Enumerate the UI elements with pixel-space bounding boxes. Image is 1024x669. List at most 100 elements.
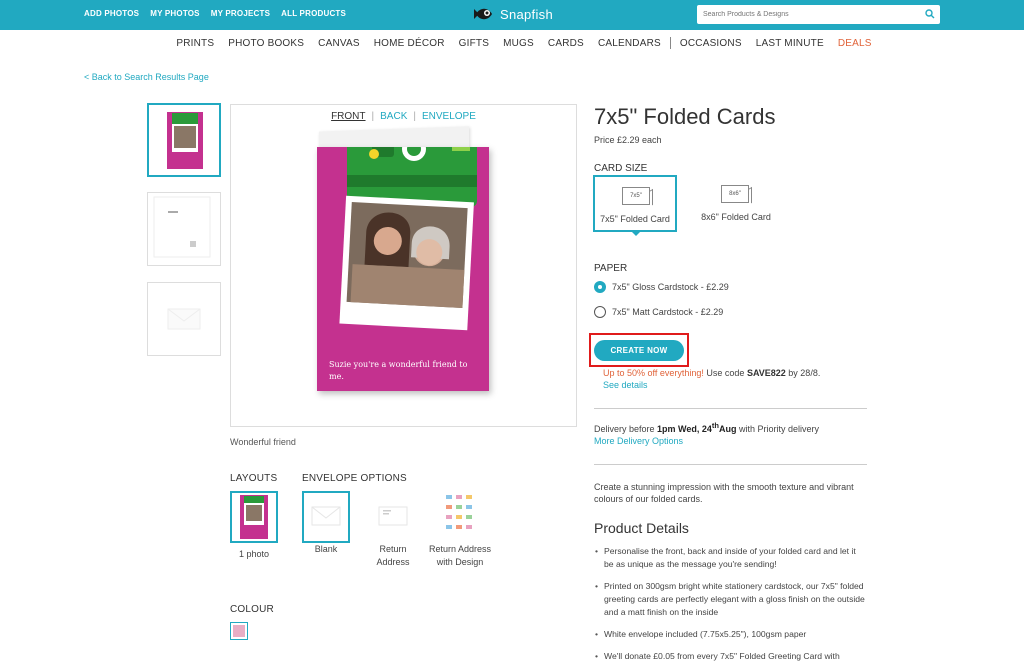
delivery-prefix: Delivery before	[594, 424, 658, 434]
return-address-envelope-icon	[378, 506, 408, 526]
envelope-options-label: ENVELOPE OPTIONS	[302, 473, 407, 484]
list-item: White envelope included (7.75x5.25"), 10…	[594, 628, 866, 641]
envelope-thumbnail-icon	[167, 308, 201, 330]
nav-divider	[669, 37, 671, 49]
envelope-option-label: Return Address with Design	[428, 544, 492, 567]
more-delivery-options-link[interactable]: More Delivery Options	[594, 436, 683, 446]
design-caption: Wonderful friend	[230, 437, 296, 447]
top-bar: ADD PHOTOS MY PHOTOS MY PROJECTS ALL PRO…	[0, 0, 1024, 30]
all-products-link[interactable]: ALL PRODUCTS	[281, 9, 346, 18]
size-label-7x5: 7x5" Folded Card	[600, 214, 670, 224]
card-preview: FRONT | BACK | ENVELOPE Suzie you're a w…	[230, 104, 577, 427]
paper-option-label: 7x5" Gloss Cardstock - £2.29	[612, 282, 729, 292]
my-projects-link[interactable]: MY PROJECTS	[211, 9, 270, 18]
card-illustration	[339, 147, 477, 331]
card-size-label: CARD SIZE	[594, 163, 648, 174]
delivery-date-suffix: th	[711, 421, 719, 430]
paper-option-matt[interactable]: 7x5" Matt Cardstock - £2.29	[594, 306, 723, 318]
envelope-option-blank[interactable]	[302, 491, 350, 543]
delivery-date-text: 1pm Wed, 24	[657, 424, 712, 434]
product-details-list: Personalise the front, back and inside o…	[594, 545, 866, 669]
category-canvas[interactable]: CANVAS	[311, 38, 367, 49]
snapfish-logo[interactable]: Snapfish	[474, 6, 553, 22]
search-input[interactable]	[697, 5, 912, 24]
tab-separator: |	[371, 111, 375, 122]
card-8x6-icon: 8x6"	[721, 185, 749, 203]
view-tabs: FRONT | BACK | ENVELOPE	[231, 111, 576, 122]
product-description: Create a stunning impression with the sm…	[594, 482, 854, 504]
category-prints[interactable]: PRINTS	[169, 38, 221, 49]
category-gifts[interactable]: GIFTS	[452, 38, 496, 49]
blank-envelope-icon	[311, 506, 341, 526]
list-item: Printed on 300gsm bright white stationer…	[594, 580, 866, 619]
product-title: 7x5" Folded Cards	[594, 104, 776, 129]
card-front-thumbnail-icon	[167, 112, 203, 169]
paper-option-label: 7x5" Matt Cardstock - £2.29	[612, 307, 724, 317]
top-links: ADD PHOTOS MY PHOTOS MY PROJECTS ALL PRO…	[84, 9, 346, 18]
delivery-date: 1pm Wed, 24thAug	[657, 421, 737, 434]
logo-text: Snapfish	[500, 6, 553, 22]
category-cards[interactable]: CARDS	[541, 38, 591, 49]
product-price: Price £2.29 each	[594, 135, 662, 145]
search-box	[697, 5, 940, 24]
paper-label: PAPER	[594, 263, 628, 274]
my-photos-link[interactable]: MY PHOTOS	[150, 9, 200, 18]
envelope-option-return-address[interactable]	[369, 491, 417, 543]
delivery-month: Aug	[718, 424, 737, 434]
promo-code: SAVE822	[746, 368, 786, 378]
delivery-suffix: with Priority delivery	[736, 424, 820, 434]
radio-unselected-icon[interactable]	[594, 306, 606, 318]
thumbnail-back[interactable]	[147, 192, 221, 266]
thumbnail-envelope[interactable]	[147, 282, 221, 356]
layout-option-label: 1 photo	[238, 549, 270, 559]
tab-back[interactable]: BACK	[380, 111, 407, 122]
selected-size-pointer	[630, 230, 642, 236]
divider	[594, 464, 867, 465]
search-icon[interactable]	[925, 9, 935, 19]
tab-envelope[interactable]: ENVELOPE	[422, 111, 476, 122]
list-item: Personalise the front, back and inside o…	[594, 545, 866, 571]
category-home-decor[interactable]: HOME DÉCOR	[367, 38, 452, 49]
tab-separator: |	[413, 111, 416, 122]
promo-headline: Up to 50% off everything!	[603, 368, 704, 378]
layouts-label: LAYOUTS	[230, 473, 278, 484]
add-photos-link[interactable]: ADD PHOTOS	[84, 9, 139, 18]
swatch-fill	[233, 625, 245, 637]
card-front: Suzie you're a wonderful friend to me.	[317, 147, 489, 391]
promo-middle: Use code	[703, 368, 747, 378]
size-option-7x5[interactable]: 7x5" 7x5" Folded Card	[593, 175, 677, 232]
thumbnail-front[interactable]	[147, 103, 221, 177]
card-message: Suzie you're a wonderful friend to me.	[329, 360, 468, 381]
delivery-info: Delivery before 1pm Wed, 24thAug with Pr…	[594, 421, 819, 434]
category-occasions[interactable]: OCCASIONS	[673, 38, 749, 49]
see-details-link[interactable]: See details	[603, 380, 648, 390]
tab-front[interactable]: FRONT	[331, 111, 365, 122]
category-calendars[interactable]: CALENDARS	[591, 38, 668, 49]
return-address-design-icon	[446, 495, 472, 529]
layout-1-photo-icon	[240, 495, 268, 539]
category-last-minute[interactable]: LAST MINUTE	[749, 38, 831, 49]
card-7x5-icon: 7x5"	[622, 187, 650, 205]
create-now-button[interactable]: CREATE NOW	[594, 340, 684, 361]
fish-logo-icon	[474, 8, 492, 20]
category-mugs[interactable]: MUGS	[496, 38, 541, 49]
list-item: We'll donate £0.05 from every 7x5" Folde…	[594, 650, 866, 663]
layout-option-1-photo[interactable]	[230, 491, 278, 543]
category-photo-books[interactable]: PHOTO BOOKS	[221, 38, 311, 49]
envelope-option-label: Return Address	[376, 544, 410, 567]
divider	[594, 408, 867, 409]
category-nav: PRINTS PHOTO BOOKS CANVAS HOME DÉCOR GIF…	[0, 37, 1024, 49]
promo-end: by 28/8.	[785, 368, 821, 378]
product-details-heading: Product Details	[594, 520, 689, 536]
colour-label: COLOUR	[230, 604, 274, 615]
size-label-8x6: 8x6" Folded Card	[701, 212, 771, 222]
radio-selected-icon[interactable]	[594, 281, 606, 293]
category-deals[interactable]: DEALS	[831, 38, 879, 49]
envelope-option-label: Blank	[314, 544, 338, 554]
envelope-option-return-address-design[interactable]	[436, 491, 484, 543]
colour-swatch-pink[interactable]	[230, 622, 248, 640]
promo-text: Up to 50% off everything! Use code SAVE8…	[603, 368, 820, 378]
size-option-8x6[interactable]: 8x6" 8x6" Folded Card	[694, 175, 778, 232]
back-to-results-link[interactable]: < Back to Search Results Page	[84, 72, 209, 82]
paper-option-gloss[interactable]: 7x5" Gloss Cardstock - £2.29	[594, 281, 729, 293]
